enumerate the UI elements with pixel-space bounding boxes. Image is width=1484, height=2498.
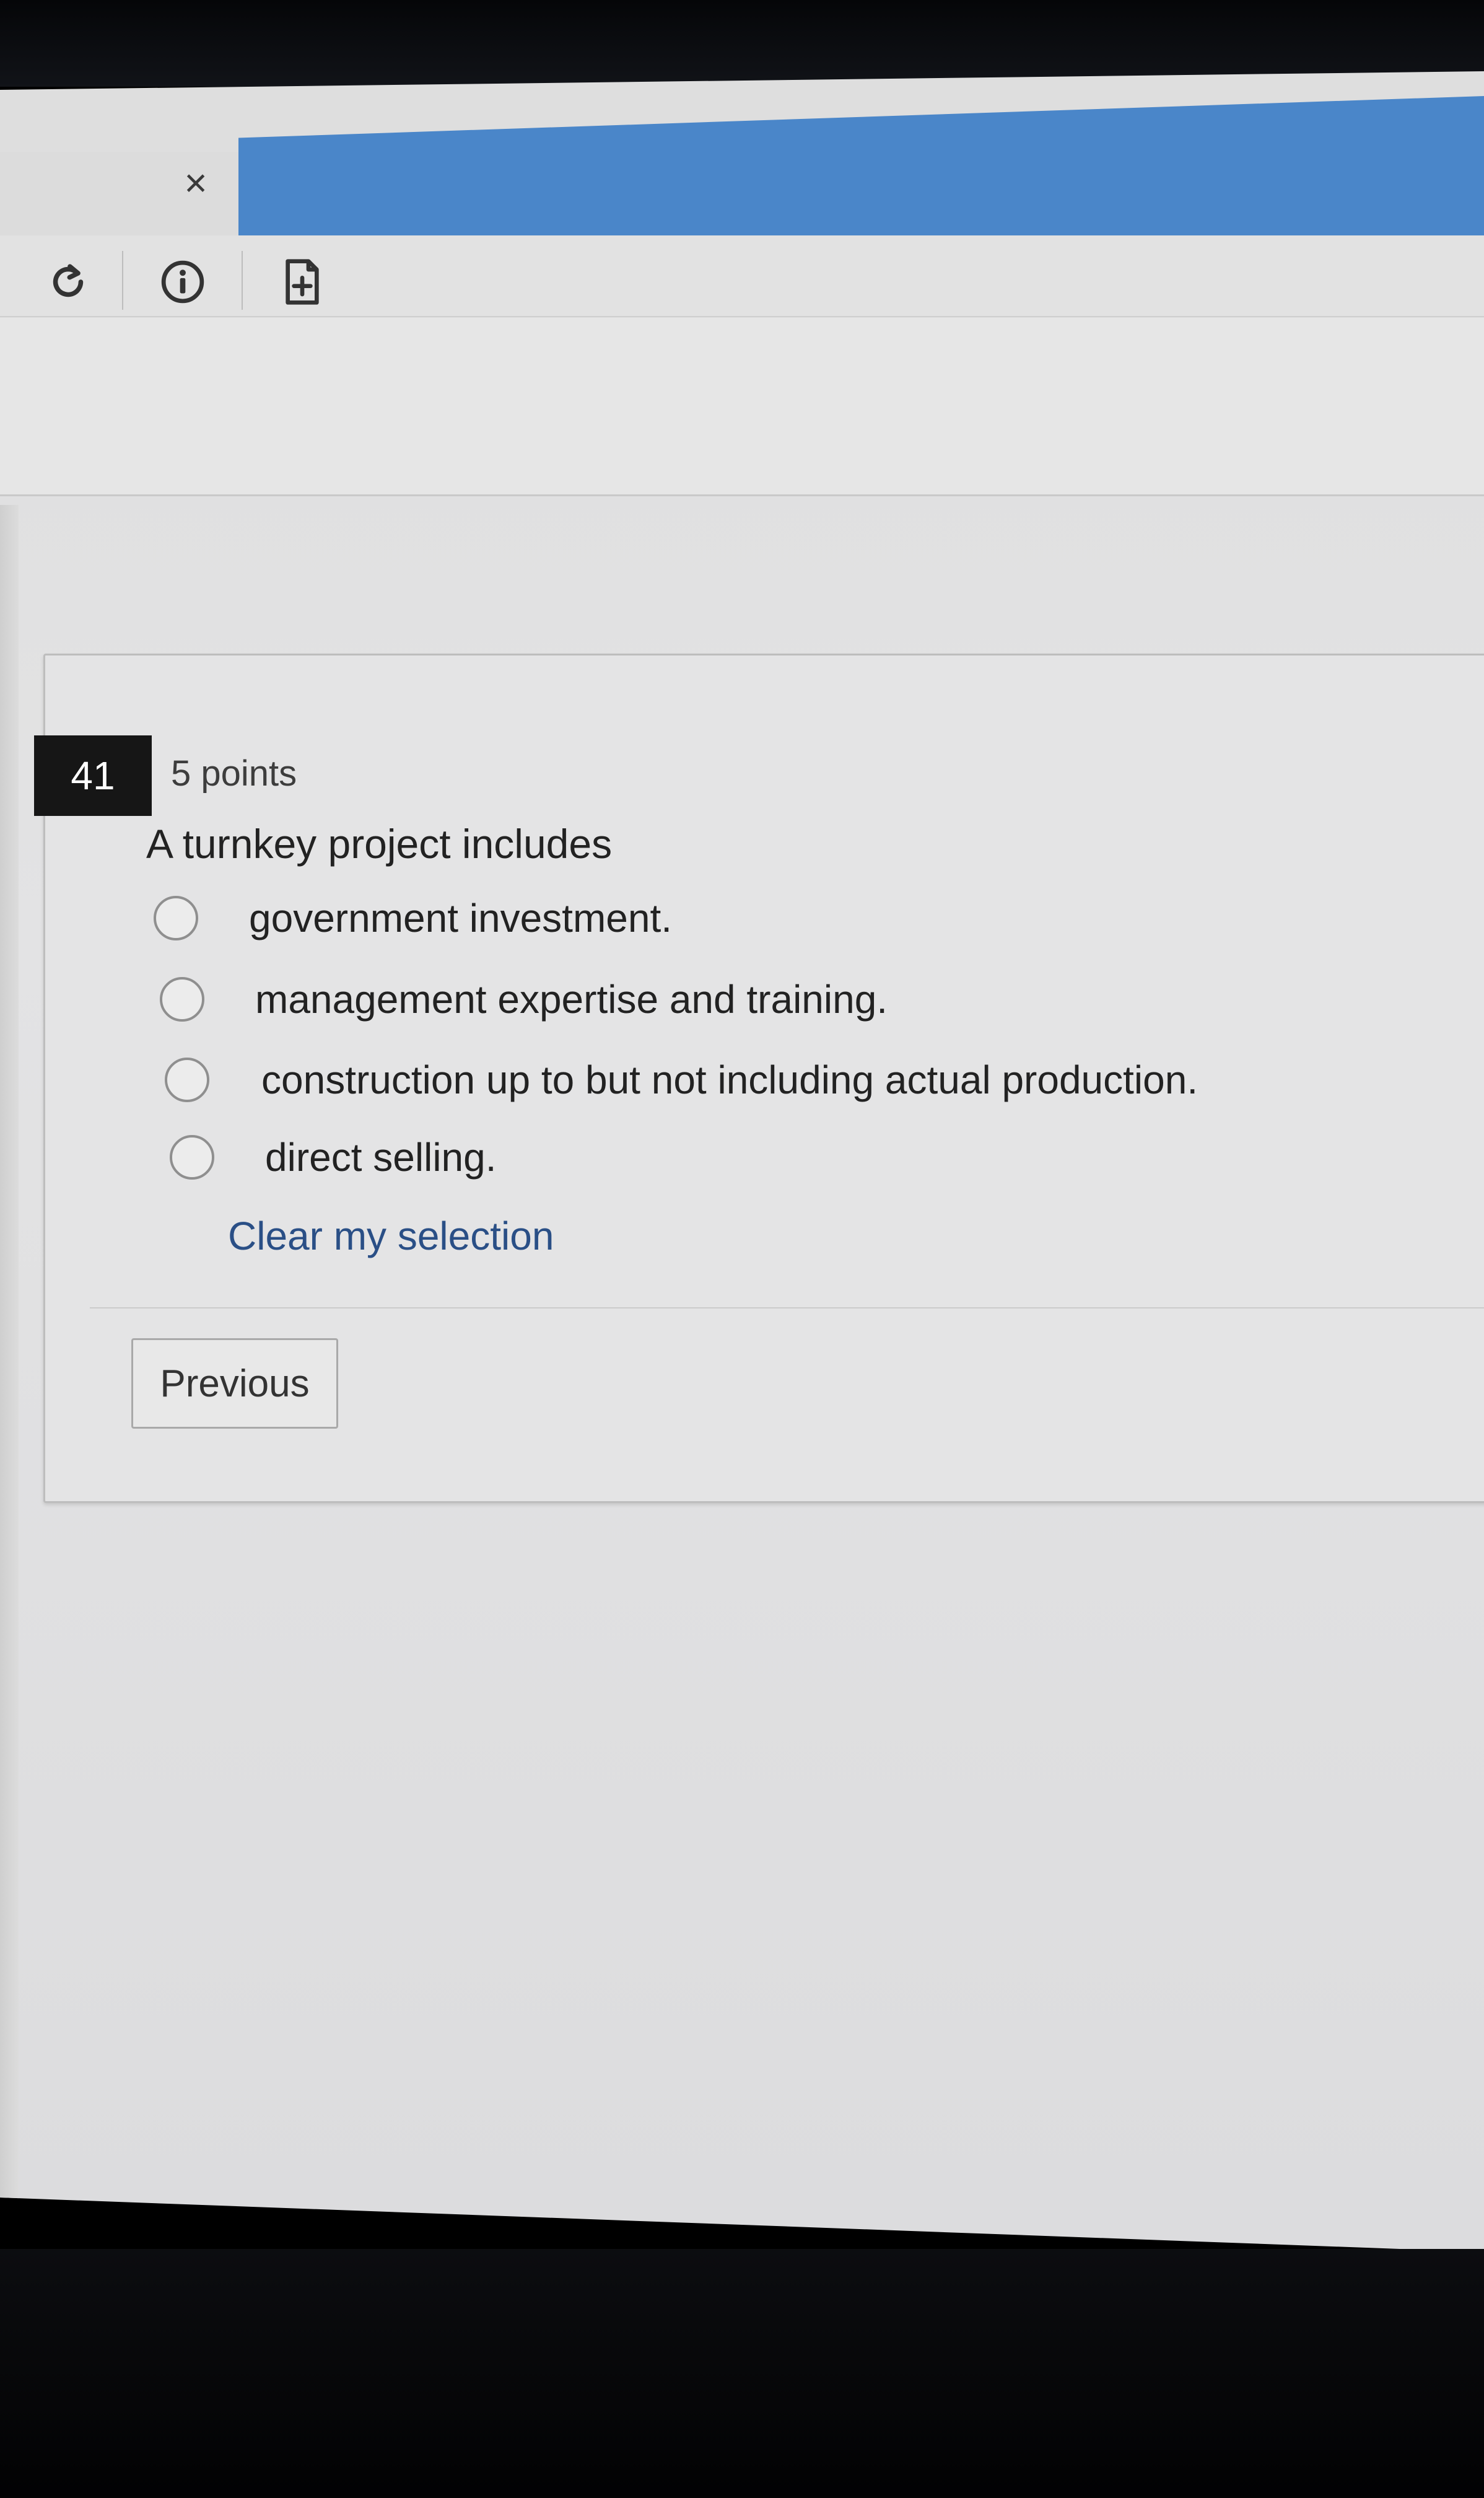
toolbar-separator (122, 251, 123, 310)
radio-button[interactable] (154, 896, 198, 940)
monitor-bottom-bezel (0, 2249, 1484, 2498)
answer-option-2[interactable]: management expertise and training. (160, 968, 888, 1030)
radio-button[interactable] (170, 1135, 214, 1180)
info-icon[interactable] (158, 257, 207, 307)
card-divider (90, 1307, 1484, 1308)
answer-option-4[interactable]: direct selling. (170, 1126, 497, 1188)
clear-selection-link[interactable]: Clear my selection (228, 1213, 554, 1259)
answer-option-label: government investment. (249, 896, 672, 940)
question-points: 5 points (171, 753, 297, 794)
toolbar-separator (242, 251, 243, 310)
close-icon[interactable]: × (177, 163, 214, 203)
answer-option-1[interactable]: government investment. (154, 887, 672, 949)
monitor-top-bezel (0, 0, 1484, 87)
answer-option-label: direct selling. (265, 1135, 497, 1180)
add-file-icon[interactable] (277, 257, 327, 307)
page-left-edge (0, 505, 19, 2252)
radio-button[interactable] (160, 977, 204, 1022)
answer-option-label: management expertise and training. (255, 977, 888, 1022)
question-number-badge: 41 (34, 735, 152, 816)
browser-toolbar (0, 235, 1484, 317)
photo-frame: × 41 5 points A turnkey project includes… (0, 0, 1484, 2498)
answer-option-3[interactable]: construction up to but not including act… (165, 1049, 1198, 1111)
browser-title-band (238, 96, 1484, 235)
reload-icon[interactable] (43, 257, 93, 307)
previous-button[interactable]: Previous (131, 1338, 338, 1429)
page-header-area (0, 318, 1484, 496)
question-text: A turnkey project includes (146, 821, 613, 867)
radio-button[interactable] (165, 1058, 209, 1102)
answer-option-label: construction up to but not including act… (261, 1058, 1198, 1102)
